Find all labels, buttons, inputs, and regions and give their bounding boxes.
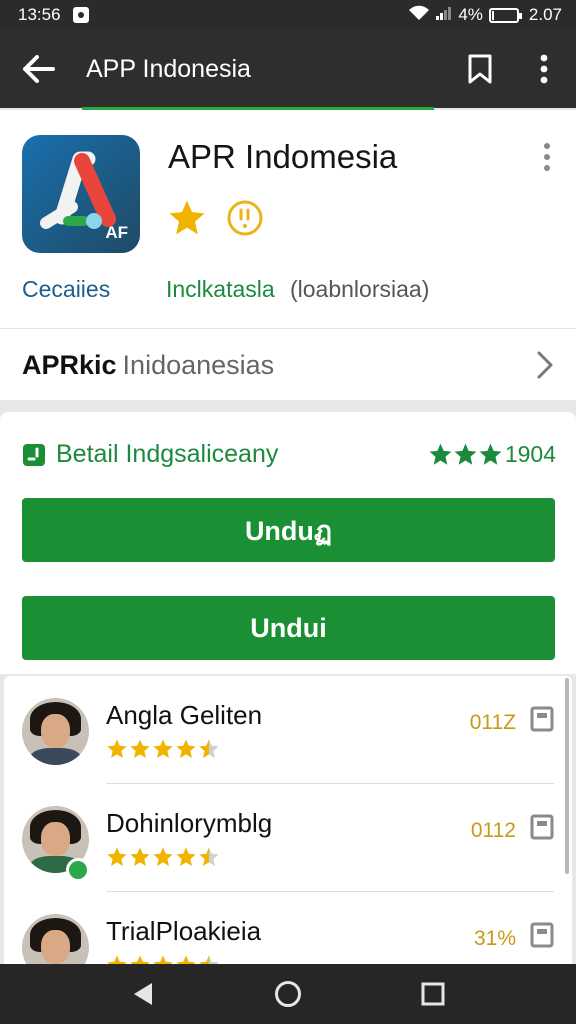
wifi-icon	[408, 5, 430, 26]
avatar	[22, 698, 89, 765]
category-link[interactable]: Inclkatasla	[166, 276, 275, 303]
avatar	[22, 914, 89, 964]
app-icon[interactable]: AF	[22, 135, 140, 253]
star-icon	[153, 955, 173, 964]
nav-back-button[interactable]	[108, 964, 178, 1024]
star-icon	[199, 847, 219, 866]
star-icon	[429, 443, 452, 465]
system-nav-bar	[0, 964, 576, 1024]
section-link-row[interactable]: APRkic Inidoanesias	[0, 332, 576, 398]
flag-icon[interactable]	[530, 922, 554, 948]
star-icon	[153, 739, 173, 758]
details-score: 1904	[428, 441, 556, 468]
details-score-value: 1904	[504, 441, 556, 467]
star-icon	[199, 955, 219, 964]
arrow-left-icon	[23, 55, 55, 83]
details-row: Betail Indgsaliceany 1904	[22, 440, 556, 469]
app-overflow-button[interactable]	[534, 140, 560, 174]
square-recents-icon	[421, 982, 445, 1006]
reviewer-name: TrialPloakieia	[106, 916, 262, 946]
online-badge	[66, 858, 90, 882]
chevron-right-icon	[537, 351, 553, 379]
details-badge-icon	[23, 443, 45, 466]
clock-icon	[227, 200, 263, 236]
app-bar-title: APP Indonesia	[86, 54, 251, 83]
back-button[interactable]	[0, 30, 76, 108]
details-card: Betail Indgsaliceany 1904 Unduฏ Undui	[0, 412, 576, 674]
review-score: 011Z	[469, 711, 516, 734]
star-icon	[107, 955, 127, 964]
more-vert-icon	[540, 54, 548, 84]
reviewer-name: Angla Geliten	[106, 700, 263, 730]
status-bar: 13:56 4% 2.07	[0, 0, 576, 30]
status-clock: 2.07	[528, 5, 562, 24]
star-icon	[107, 847, 127, 866]
flag-icon[interactable]	[530, 814, 554, 840]
app-icon-label: AF	[105, 223, 128, 242]
review-stars	[106, 846, 220, 868]
review-score: 0112	[470, 819, 516, 842]
download-secondary-button[interactable]: Undui	[22, 596, 555, 660]
details-stars	[428, 442, 503, 467]
review-score: 31%	[473, 927, 516, 950]
flag-icon[interactable]	[530, 706, 554, 732]
battery-icon	[488, 7, 522, 23]
battery-percent: 4%	[458, 5, 483, 24]
review-stars	[106, 738, 220, 760]
section-link-bold: APRkic	[22, 349, 117, 380]
star-icon	[176, 739, 196, 758]
star-icon	[176, 955, 196, 964]
bookmark-button[interactable]	[448, 30, 512, 108]
star-icon	[199, 739, 219, 758]
star-icon	[176, 847, 196, 866]
star-icon	[130, 739, 150, 758]
more-vert-icon	[544, 143, 550, 171]
reviewer-name: Dohinlorymblg	[106, 808, 273, 838]
star-icon	[153, 847, 173, 866]
star-icon	[107, 739, 127, 758]
details-title: Betail Indgsaliceany	[56, 440, 279, 468]
notification-icon	[72, 7, 89, 23]
battery-fill	[491, 10, 494, 20]
section-link-light: Inidoanesias	[122, 349, 275, 380]
signal-icon	[436, 5, 452, 25]
reviews-list: Angla Geliten 011Z Dohinlorymblg 0112 Tr…	[4, 676, 572, 964]
list-item[interactable]: Angla Geliten 011Z	[4, 676, 572, 784]
app-bar: APP Indonesia	[0, 30, 576, 111]
bookmark-icon	[468, 54, 492, 84]
developer-link[interactable]: Cecaiies	[22, 276, 110, 303]
app-name: APR Indomesia	[168, 138, 398, 175]
category-sub-label: (loabnlorsiaa)	[290, 276, 430, 302]
overflow-menu-button[interactable]	[512, 30, 576, 108]
review-stars	[106, 954, 220, 964]
nav-recents-button[interactable]	[398, 964, 468, 1024]
rating-row	[166, 198, 264, 238]
star-icon	[479, 443, 502, 465]
status-time: 13:56	[18, 5, 61, 24]
list-item[interactable]: Dohinlorymblg 0112	[4, 784, 572, 892]
nav-home-button[interactable]	[253, 964, 323, 1024]
download-button[interactable]: Unduฏ	[22, 498, 555, 562]
circle-home-icon	[274, 981, 301, 1007]
triangle-back-icon	[133, 983, 152, 1005]
divider	[0, 328, 576, 329]
app-header-card: AF APR Indomesia Cecaiies Inclkatasla (l…	[0, 110, 576, 400]
scrollbar[interactable]	[565, 678, 569, 874]
list-item[interactable]: TrialPloakieia 31%	[4, 892, 572, 964]
star-icon	[169, 200, 205, 235]
star-icon	[130, 847, 150, 866]
star-icon	[454, 443, 477, 465]
star-icon	[130, 955, 150, 964]
